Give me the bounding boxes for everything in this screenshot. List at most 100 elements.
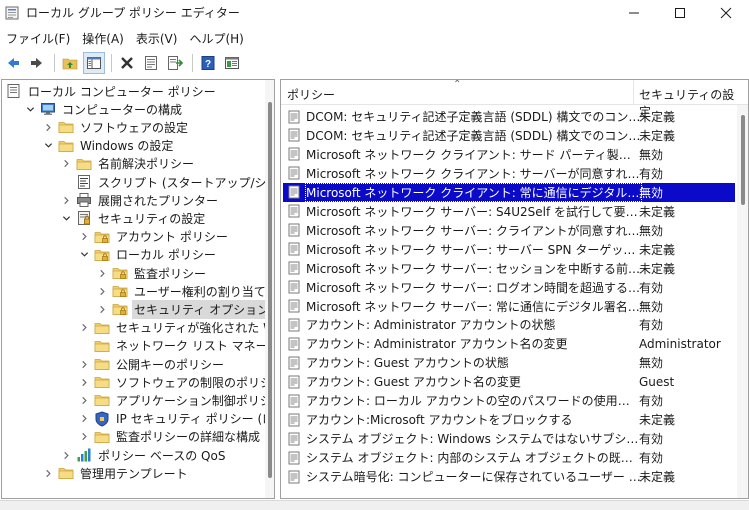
chevron-right-icon[interactable] xyxy=(60,194,72,206)
list-item[interactable]: Microsoft ネットワーク クライアント: サーバーが同意すれば、通信に.… xyxy=(283,164,735,183)
list-item[interactable]: システム暗号化: コンピューターに保存されているユーザー キーに強力な...未定… xyxy=(283,467,735,486)
tree-scrollbar-thumb[interactable] xyxy=(268,102,272,478)
menu-bar: ファイル(F) 操作(A) 表示(V) ヘルプ(H) xyxy=(0,27,749,48)
list-item[interactable]: アカウント: Administrator アカウント名の変更 Administra… xyxy=(283,334,735,353)
tree-item[interactable]: ポリシー ベースの QoS xyxy=(60,446,227,464)
show-hide-console-tree-button[interactable] xyxy=(83,52,105,74)
column-header-security-setting[interactable]: セキュリティの設定 xyxy=(633,80,738,119)
forward-button[interactable] xyxy=(26,52,48,74)
tree-item[interactable]: ローカル コンピューター ポリシー xyxy=(6,82,218,100)
chevron-right-icon[interactable] xyxy=(96,267,108,279)
chevron-right-icon[interactable] xyxy=(78,358,90,370)
console-tree-pane[interactable]: ローカル コンピューター ポリシー コンピューターの構成 ソフトウェアの設定 Wind… xyxy=(1,79,275,499)
list-item[interactable]: システム オブジェクト: Windows システムではないサブシステムのため..… xyxy=(283,429,735,448)
tree-item[interactable]: ソフトウェアの制限のポリシー xyxy=(78,373,274,391)
list-item[interactable]: アカウント: Guest アカウント名の変更 Guest xyxy=(283,372,735,391)
up-one-level-button[interactable] xyxy=(59,52,81,74)
tree-item[interactable]: 監査ポリシーの詳細な構成 xyxy=(78,428,262,446)
delete-button[interactable] xyxy=(116,52,138,74)
tree-item[interactable]: IP セキュリティ ポリシー (ローカル コ xyxy=(78,410,274,428)
menu-help[interactable]: ヘルプ(H) xyxy=(183,27,249,48)
security-setting-value: 未定義 xyxy=(639,204,676,219)
chevron-right-icon[interactable] xyxy=(60,449,72,461)
chevron-right-icon[interactable] xyxy=(78,376,90,388)
chevron-right-icon[interactable] xyxy=(42,121,54,133)
chevron-right-icon[interactable] xyxy=(78,431,90,443)
policy-name: Microsoft ネットワーク クライアント: サーバーが同意すれば、通信に.… xyxy=(306,166,641,181)
tree-item-label: ローカル コンピューター ポリシー xyxy=(28,84,216,99)
policy-name: Microsoft ネットワーク クライアント: サード パーティ製の SMB … xyxy=(306,147,641,162)
close-button[interactable] xyxy=(703,0,749,26)
list-item[interactable]: システム オブジェクト: 内部のシステム オブジェクトの既定のアクセス許...有… xyxy=(283,448,735,467)
menu-view[interactable]: 表示(V) xyxy=(130,27,184,48)
list-item[interactable]: アカウント: Administrator アカウントの状態 有効 xyxy=(283,315,735,334)
back-button[interactable] xyxy=(2,52,24,74)
security-setting-value: 無効 xyxy=(639,356,664,371)
list-item[interactable]: アカウント:Microsoft アカウントをブロックする 未定義 xyxy=(283,410,735,429)
tree-item[interactable]: コンピューターの構成 xyxy=(24,100,184,118)
list-item[interactable]: DCOM: セキュリティ記述子定義言語 (SDDL) 構文でのコンピュータ...… xyxy=(283,107,735,126)
list-scrollbar-thumb[interactable] xyxy=(741,115,745,205)
minimize-button[interactable] xyxy=(611,0,657,26)
column-header-policy[interactable]: ポリシー xyxy=(281,80,633,105)
tree-item[interactable]: 監査ポリシー xyxy=(96,264,208,282)
list-item[interactable]: Microsoft ネットワーク サーバー: 常に通信にデジタル署名を行う 無効 xyxy=(283,297,735,316)
tree-item[interactable]: 管理用テンプレート xyxy=(42,464,190,482)
chevron-right-icon[interactable] xyxy=(96,303,108,315)
chevron-down-icon[interactable] xyxy=(60,212,72,224)
chevron-right-icon[interactable] xyxy=(60,158,72,170)
list-item[interactable]: Microsoft ネットワーク サーバー: クライアントが同意すれば、通信に.… xyxy=(283,221,735,240)
chevron-down-icon[interactable] xyxy=(24,103,36,115)
list-item[interactable]: アカウント: Guest アカウントの状態 無効 xyxy=(283,353,735,372)
security-setting-value: 未定義 xyxy=(639,261,676,276)
tree-item[interactable]: セキュリティが強化された Windows xyxy=(78,319,274,337)
list-item[interactable]: Microsoft ネットワーク サーバー: サーバー SPN ターゲット名検証… xyxy=(283,240,735,259)
chevron-right-icon[interactable] xyxy=(78,413,90,425)
policy-name: システム オブジェクト: Windows システムではないサブシステムのため..… xyxy=(306,432,641,447)
tree-item[interactable]: ローカル ポリシー xyxy=(78,246,218,264)
tree-item-label: 展開されたプリンター xyxy=(98,193,219,208)
view-button[interactable] xyxy=(221,52,243,74)
help-button[interactable]: ? xyxy=(197,52,219,74)
maximize-button[interactable] xyxy=(657,0,703,26)
list-item[interactable]: Microsoft ネットワーク クライアント: サード パーティ製の SMB … xyxy=(283,145,735,164)
tree-item[interactable]: セキュリティ オプション xyxy=(96,299,272,319)
export-list-button[interactable] xyxy=(164,52,186,74)
chevron-right-icon[interactable] xyxy=(78,231,90,243)
svg-text:?: ? xyxy=(205,59,211,70)
tree-item[interactable]: セキュリティの設定 xyxy=(60,209,207,227)
list-vertical-scrollbar[interactable] xyxy=(737,105,748,498)
tree-item[interactable]: ネットワーク リスト マネージャー ポリ xyxy=(78,337,274,355)
tree-vertical-scrollbar[interactable] xyxy=(265,80,274,498)
tree-item[interactable]: アプリケーション制御ポリシー xyxy=(78,391,274,409)
policy-list-pane[interactable]: ⌃ ポリシー セキュリティの設定 DCOM: セキュリティ記述子定義言語 (SD… xyxy=(280,79,749,499)
tree-item[interactable]: 展開されたプリンター xyxy=(60,191,220,209)
chevron-right-icon[interactable] xyxy=(96,285,108,297)
list-item[interactable]: アカウント: ローカル アカウントの空のパスワードの使用をコンソール ログ...… xyxy=(283,391,735,410)
properties-button[interactable] xyxy=(140,52,162,74)
menu-file[interactable]: ファイル(F) xyxy=(0,27,76,48)
tree-item[interactable]: ユーザー権利の割り当て xyxy=(96,282,268,300)
tree-item[interactable]: Windows の設定 xyxy=(42,137,175,155)
minimize-icon xyxy=(629,12,639,14)
menu-action[interactable]: 操作(A) xyxy=(76,27,130,48)
tree-item-label: セキュリティが強化された Windows xyxy=(116,321,274,336)
tree-item[interactable]: 公開キーのポリシー xyxy=(78,355,226,373)
tree-item[interactable]: スクリプト (スタートアップ/シャットダウン) xyxy=(60,173,274,191)
chevron-down-icon[interactable] xyxy=(78,249,90,261)
delete-icon xyxy=(121,57,133,69)
list-item[interactable]: Microsoft ネットワーク サーバー: S4U2Self を試行して要求情… xyxy=(283,202,735,221)
chevron-right-icon[interactable] xyxy=(78,322,90,334)
list-item[interactable]: Microsoft ネットワーク サーバー: ログオン時間を超過するとクライア.… xyxy=(283,278,735,297)
tree-item[interactable]: ソフトウェアの設定 xyxy=(42,118,190,136)
list-item[interactable]: DCOM: セキュリティ記述子定義言語 (SDDL) 構文でのコンピュータ...… xyxy=(283,126,735,145)
list-item[interactable]: Microsoft ネットワーク サーバー: セッションを中断する前に、ある一.… xyxy=(283,259,735,278)
list-item[interactable]: Microsoft ネットワーク クライアント: 常に通信にデジタル署名を行う無… xyxy=(283,182,735,202)
security-setting-value: 有効 xyxy=(639,318,664,333)
chevron-right-icon[interactable] xyxy=(42,467,54,479)
tree-item[interactable]: アカウント ポリシー xyxy=(78,228,230,246)
tree-item[interactable]: 名前解決ポリシー xyxy=(60,155,196,173)
chevron-down-icon[interactable] xyxy=(42,140,54,152)
tree-item-label: IP セキュリティ ポリシー (ローカル コ xyxy=(116,412,274,427)
chevron-right-icon[interactable] xyxy=(78,394,90,406)
